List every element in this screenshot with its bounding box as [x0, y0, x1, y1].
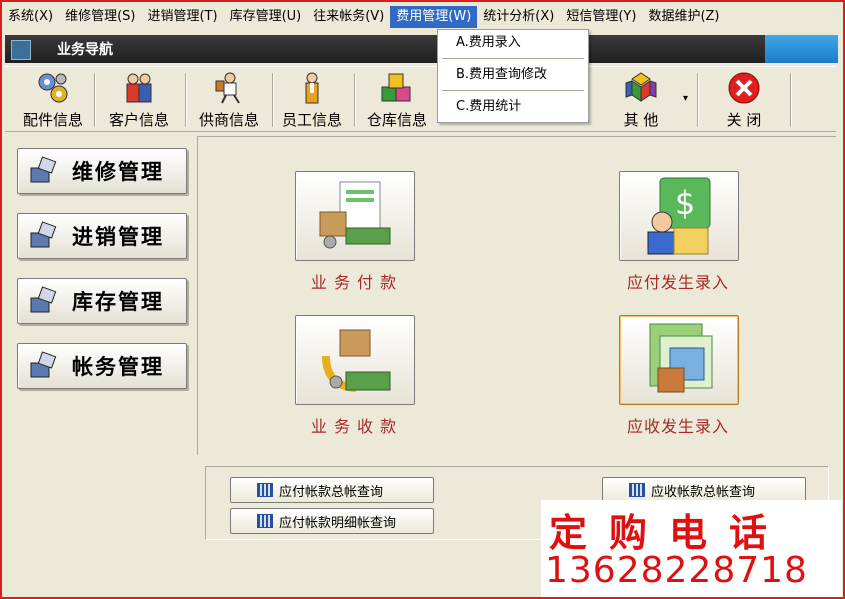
accounts-icon [28, 351, 58, 381]
toolbar-button-suppliers[interactable]: 供商信息 [189, 67, 269, 131]
query-button-label: 应付帐款明细帐查询 [279, 515, 397, 531]
menu-accounts[interactable]: 往来帐务(V) [307, 6, 390, 28]
people-icon [122, 71, 156, 105]
supplier-icon [212, 71, 246, 105]
expense-dropdown-menu: A.费用录入 B.费用查询修改 C.费用统计 [437, 29, 589, 123]
toolbar-separator [272, 73, 274, 127]
menu-bar: 系统(X) 维修管理(S) 进销管理(T) 库存管理(U) 往来帐务(V) 费用… [2, 6, 841, 28]
grid-icon [257, 514, 273, 528]
nav-button-label: 进销管理 [72, 224, 164, 249]
dropdown-separator [442, 90, 584, 91]
main-panel: 业 务 付 款 $ 应付发生录入 业 务 收 款 应收发生录入 [197, 136, 836, 455]
payable-detail-query-button[interactable]: 应付帐款明细帐查询 [230, 508, 434, 534]
nav-button-accounts[interactable]: 帐务管理 [17, 343, 187, 389]
warehouse-icon [380, 71, 414, 105]
nav-button-label: 维修管理 [72, 159, 164, 184]
menu-inventory[interactable]: 库存管理(U) [224, 6, 308, 28]
toolbar-separator [790, 73, 792, 127]
grid-icon [629, 483, 645, 497]
menu-expense[interactable]: 费用管理(W) [390, 6, 478, 28]
query-button-label: 应收帐款总帐查询 [651, 484, 756, 500]
payment-icon [319, 181, 391, 249]
toolbar-label: 员工信息 [281, 111, 342, 129]
nav-button-label: 库存管理 [72, 289, 164, 314]
other-icon [624, 71, 658, 105]
toolbar-separator [354, 73, 356, 127]
toolbar-separator [94, 73, 96, 127]
nav-title: 业务导航 [57, 42, 113, 58]
menu-data-maintenance[interactable]: 数据维护(Z) [642, 6, 725, 28]
menu-sales[interactable]: 进销管理(T) [141, 6, 223, 28]
payable-entry-label: 应付发生录入 [626, 273, 729, 292]
toolbar-label: 配件信息 [22, 111, 83, 129]
menu-sms[interactable]: 短信管理(Y) [560, 6, 642, 28]
toolbar-label: 其 他 [623, 111, 659, 129]
nav-button-inventory[interactable]: 库存管理 [17, 278, 187, 324]
dropdown-separator [442, 58, 584, 59]
order-phone-banner: 定购电话 13628228718 [541, 500, 842, 597]
wrench-icon [28, 156, 58, 186]
nav-button-repair[interactable]: 维修管理 [17, 148, 187, 194]
payable-entry-icon: $ [647, 177, 711, 255]
toolbar-label: 供商信息 [198, 111, 259, 129]
toolbar-button-other[interactable]: 其 他 [601, 67, 681, 131]
title-bar-accent [765, 35, 838, 63]
receivable-entry-label: 应收发生录入 [626, 417, 729, 436]
sales-icon [28, 221, 58, 251]
toolbar-label: 关 闭 [726, 111, 762, 129]
toolbar-button-customers[interactable]: 客户信息 [99, 67, 179, 131]
nav-button-sales[interactable]: 进销管理 [17, 213, 187, 259]
receivable-entry-button[interactable] [619, 315, 739, 405]
chevron-down-icon[interactable]: ▾ [683, 93, 688, 104]
toolbar-button-parts[interactable]: 配件信息 [15, 67, 91, 131]
toolbar-button-warehouse[interactable]: 仓库信息 [358, 67, 436, 131]
toolbar-label: 客户信息 [108, 111, 169, 129]
menu-system[interactable]: 系统(X) [2, 6, 59, 28]
toolbar-button-close[interactable]: 关 闭 [705, 67, 783, 131]
gears-icon [36, 71, 70, 105]
menu-statistics[interactable]: 统计分析(X) [477, 6, 560, 28]
query-button-label: 应付帐款总帐查询 [279, 484, 384, 500]
dropdown-item-expense-entry[interactable]: A.费用录入 [438, 30, 588, 55]
close-icon [727, 71, 761, 105]
menu-repair[interactable]: 维修管理(S) [59, 6, 141, 28]
grid-icon [257, 483, 273, 497]
business-payment-button[interactable] [295, 171, 415, 261]
nav-title-bar: 业务导航 [5, 35, 765, 63]
order-phone-number: 13628228718 [545, 550, 808, 591]
toolbar-button-employees[interactable]: 员工信息 [275, 67, 349, 131]
business-receipt-button[interactable] [295, 315, 415, 405]
inventory-icon [28, 286, 58, 316]
dropdown-item-expense-stats[interactable]: C.费用统计 [438, 94, 588, 119]
payable-entry-button[interactable]: $ [619, 171, 739, 261]
payable-ledger-query-button[interactable]: 应付帐款总帐查询 [230, 477, 434, 503]
toolbar-separator [697, 73, 699, 127]
svg-text:$: $ [675, 184, 695, 222]
receipt-icon [322, 329, 391, 392]
left-navigation: 维修管理 进销管理 库存管理 帐务管理 [5, 133, 195, 543]
employee-icon [295, 71, 329, 105]
toolbar-label: 仓库信息 [366, 111, 427, 129]
nav-button-label: 帐务管理 [72, 354, 164, 379]
business-payment-label: 业 务 付 款 [310, 273, 398, 292]
dropdown-item-expense-query[interactable]: B.费用查询修改 [438, 62, 588, 87]
toolbar-separator [185, 73, 187, 127]
main-toolbar: 配件信息 客户信息 供商信息 员工信息 仓库信息 其 他 ▾ 关 闭 [5, 66, 836, 132]
business-receipt-label: 业 务 收 款 [310, 417, 398, 436]
receivable-entry-icon [649, 323, 713, 393]
order-phone-title: 定购电话 [549, 510, 790, 555]
app-icon [11, 40, 31, 60]
